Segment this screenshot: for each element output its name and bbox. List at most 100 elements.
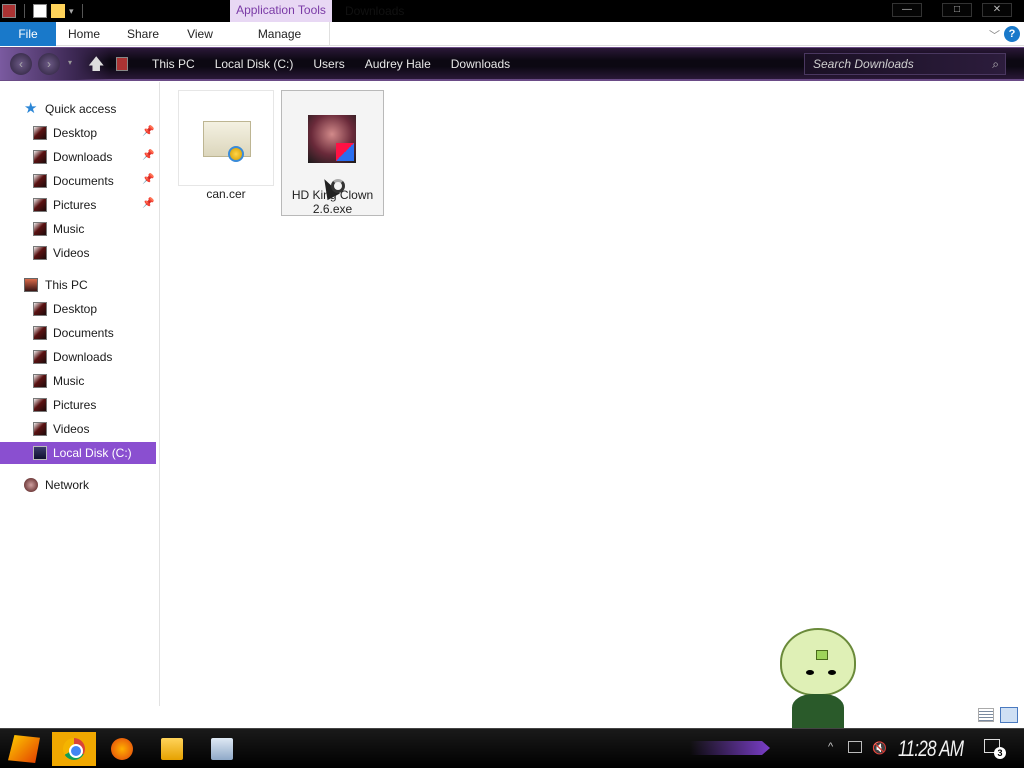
sidebar-item-label: Quick access	[45, 102, 117, 116]
sidebar-item-this-pc[interactable]: This PC	[0, 274, 156, 296]
clock[interactable]: 11:28 AM	[898, 736, 964, 762]
back-button[interactable]: ‹	[10, 53, 32, 75]
tab-file[interactable]: File	[0, 22, 56, 46]
breadcrumb-users[interactable]: Users	[303, 57, 354, 71]
sidebar-item-label: Downloads	[53, 350, 113, 364]
downloads-folder-icon	[33, 350, 47, 364]
sidebar-item-videos[interactable]: Videos	[0, 242, 156, 264]
sidebar-item-network[interactable]: Network	[0, 474, 156, 496]
window-title: Downloads	[345, 4, 405, 18]
pictures-folder-icon	[33, 398, 47, 412]
toolbar-divider	[24, 4, 25, 18]
large-icons-view-icon[interactable]	[1000, 707, 1018, 723]
network-status-icon[interactable]	[848, 741, 862, 753]
title-bar: ▾ Application Tools Downloads — □ ✕	[0, 0, 1024, 22]
file-name-line-2: 2.6.exe	[312, 202, 353, 216]
sidebar-item-pc-videos[interactable]: Videos	[0, 418, 156, 440]
sidebar-item-label: Videos	[53, 422, 90, 436]
breadcrumb-this-pc[interactable]: This PC	[142, 57, 205, 71]
sidebar-item-local-disk[interactable]: Local Disk (C:)	[0, 442, 156, 464]
music-folder-icon	[33, 222, 47, 236]
sidebar-item-label: Desktop	[53, 302, 98, 316]
sidebar-item-downloads[interactable]: Downloads 📌	[0, 146, 156, 168]
ribbon: File Home Share View Manage ﹀ ?	[0, 22, 1024, 46]
help-icon[interactable]: ?	[1004, 26, 1020, 42]
sidebar-item-label: Desktop	[53, 126, 98, 140]
expand-ribbon-chevron-icon[interactable]: ﹀	[989, 27, 1000, 43]
volume-muted-icon[interactable]: 🔇	[872, 741, 887, 755]
close-button[interactable]: ✕	[982, 3, 1012, 17]
taskbar-app-image-viewer[interactable]	[200, 732, 244, 766]
pin-icon[interactable]: 📌	[142, 150, 154, 161]
sidebar-item-pictures[interactable]: Pictures 📌	[0, 194, 156, 216]
sidebar-item-label: Downloads	[53, 150, 113, 164]
file-tile-can-cer[interactable]	[178, 90, 274, 186]
tab-home[interactable]: Home	[60, 22, 108, 46]
sidebar-item-label: Pictures	[53, 198, 97, 212]
chrome-icon	[63, 738, 85, 760]
sidebar-item-quick-access[interactable]: ★ Quick access	[0, 98, 156, 120]
sidebar-item-label: Documents	[53, 174, 114, 188]
sidebar-item-desktop[interactable]: Desktop 📌	[0, 122, 156, 144]
search-input[interactable]	[813, 57, 983, 71]
pictures-folder-icon	[33, 198, 47, 212]
sidebar-item-pc-music[interactable]: Music	[0, 370, 156, 392]
taskbar-app-firefox[interactable]	[100, 732, 144, 766]
sidebar-item-label: Music	[53, 222, 85, 236]
sidebar-item-label: Documents	[53, 326, 114, 340]
documents-folder-icon	[33, 326, 47, 340]
breadcrumb-local-disk[interactable]: Local Disk (C:)	[205, 57, 304, 71]
pin-icon[interactable]: 📌	[142, 198, 154, 209]
sidebar-item-music[interactable]: Music	[0, 218, 156, 240]
image-app-icon	[211, 738, 233, 760]
firefox-icon	[111, 738, 133, 760]
sidebar-item-pc-downloads[interactable]: Downloads	[0, 346, 156, 368]
sidebar-item-label: Local Disk (C:)	[53, 446, 132, 460]
navigation-bar: ‹ › ▾ 🡅 This PC Local Disk (C:) Users Au…	[0, 47, 1024, 81]
details-view-icon[interactable]	[978, 708, 994, 722]
start-button[interactable]	[8, 735, 40, 763]
sidebar-item-label: Music	[53, 374, 85, 388]
sidebar-item-pc-pictures[interactable]: Pictures	[0, 394, 156, 416]
sidebar-item-pc-documents[interactable]: Documents	[0, 322, 156, 344]
desktop-folder-icon	[33, 126, 47, 140]
sidebar-item-label: Network	[45, 478, 90, 492]
tab-view[interactable]: View	[178, 22, 222, 46]
recent-locations-chevron-icon[interactable]: ▾	[68, 58, 72, 67]
taskbar: ^ 🔇 11:28 AM 3	[0, 728, 1024, 768]
sidebar-item-label: Pictures	[53, 398, 97, 412]
mascot-gem	[816, 650, 828, 660]
customize-toolbar-chevron-icon[interactable]: ▾	[69, 6, 74, 17]
minimize-button[interactable]: —	[892, 3, 922, 17]
desktop-folder-icon	[33, 302, 47, 316]
downloads-folder-icon	[33, 150, 47, 164]
show-hidden-icons-chevron-icon[interactable]: ^	[828, 741, 833, 753]
application-icon	[308, 115, 356, 163]
forward-button[interactable]: ›	[38, 53, 60, 75]
taskbar-app-chrome[interactable]	[52, 732, 96, 766]
toolbar-divider	[81, 4, 83, 18]
breadcrumb-downloads[interactable]: Downloads	[441, 57, 520, 71]
search-box: ⌕	[804, 53, 1006, 75]
sidebar-item-pc-desktop[interactable]: Desktop	[0, 298, 156, 320]
sidebar-item-documents[interactable]: Documents 📌	[0, 170, 156, 192]
pin-icon[interactable]: 📌	[142, 174, 154, 185]
taskbar-decoration	[690, 741, 770, 755]
up-button[interactable]: 🡅	[88, 53, 104, 80]
breadcrumb-user-folder[interactable]: Audrey Hale	[355, 57, 441, 71]
tab-share[interactable]: Share	[118, 22, 168, 46]
properties-icon[interactable]	[33, 4, 47, 18]
new-folder-icon[interactable]	[51, 4, 65, 18]
taskbar-app-file-explorer[interactable]	[150, 732, 194, 766]
pin-icon[interactable]: 📌	[142, 126, 154, 137]
videos-folder-icon	[33, 422, 47, 436]
window-app-icon[interactable]	[2, 4, 16, 18]
search-icon[interactable]: ⌕	[992, 57, 999, 72]
tab-manage[interactable]: Manage	[230, 22, 330, 46]
certificate-seal-icon	[228, 146, 244, 162]
mascot-head	[780, 628, 856, 696]
maximize-button[interactable]: □	[942, 3, 972, 17]
network-icon	[24, 478, 38, 492]
mascot-eye	[828, 670, 836, 675]
breadcrumb: This PC Local Disk (C:) Users Audrey Hal…	[142, 57, 520, 71]
